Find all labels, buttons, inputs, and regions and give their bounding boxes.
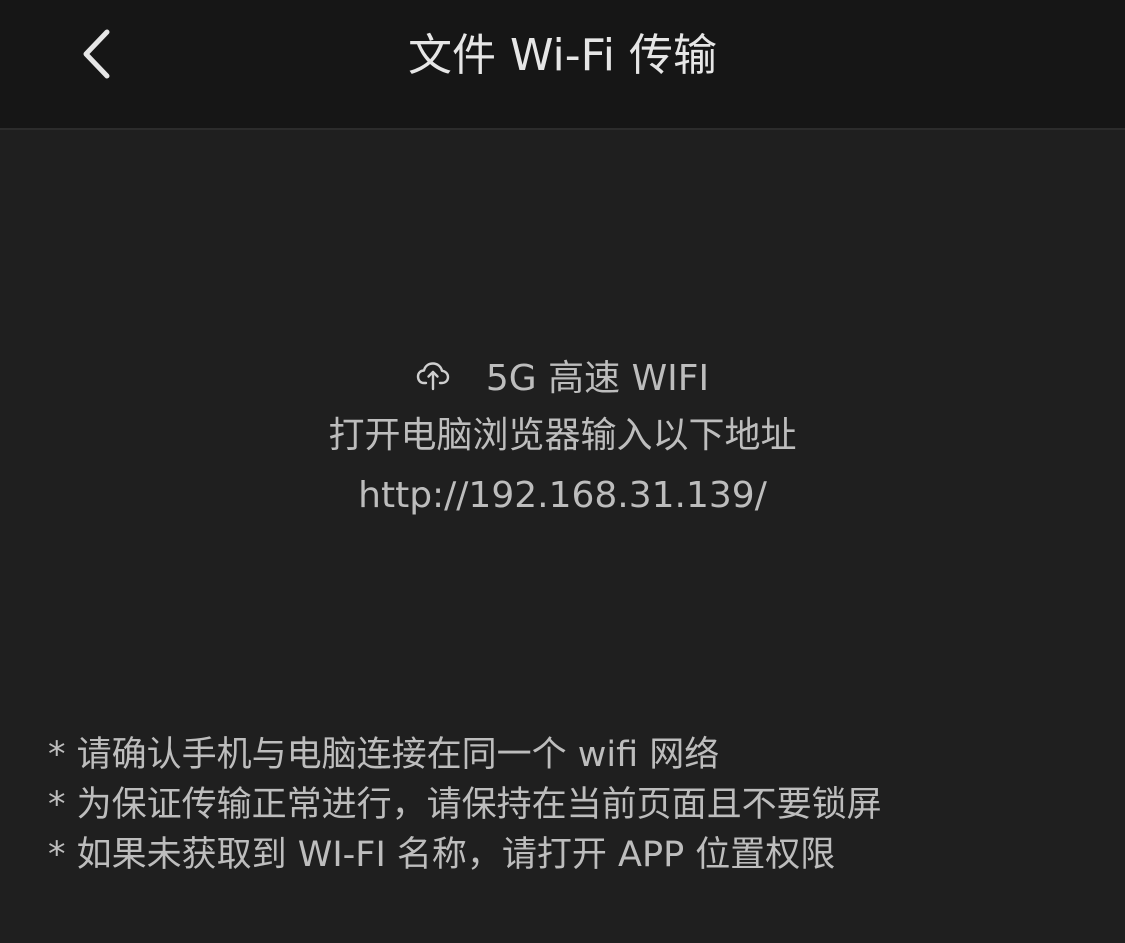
note-keep-screen-on: * 为保证传输正常进行，请保持在当前页面且不要锁屏 <box>48 785 882 825</box>
navigation-bar: 文件 Wi-Fi 传输 <box>0 0 1125 130</box>
notes-list: * 请确认手机与电脑连接在同一个 wifi 网络 * 为保证传输正常进行，请保持… <box>48 730 1108 880</box>
note-same-network: * 请确认手机与电脑连接在同一个 wifi 网络 <box>48 735 720 775</box>
wifi-label: 5G 高速 WIFI <box>485 358 710 399</box>
address-text: http://192.168.31.139/ <box>358 475 767 516</box>
wifi-info: 5G 高速 WIFI 打开电脑浏览器输入以下地址 http://192.168.… <box>0 352 1125 520</box>
cloud-upload-icon <box>416 362 450 391</box>
instruction-text: 打开电脑浏览器输入以下地址 <box>328 415 797 456</box>
page-title: 文件 Wi-Fi 传输 <box>408 30 717 81</box>
note-location-permission: * 如果未获取到 WI-FI 名称，请打开 APP 位置权限 <box>48 835 836 875</box>
wifi-row: 5G 高速 WIFI <box>0 352 1125 399</box>
